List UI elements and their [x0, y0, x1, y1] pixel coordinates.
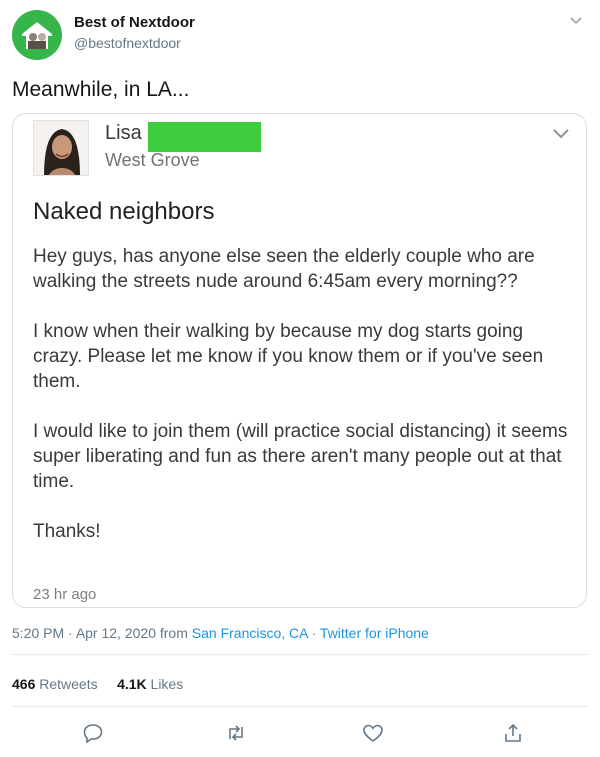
chevron-down-icon — [553, 129, 569, 139]
post-paragraph: Thanks! — [33, 521, 101, 542]
divider — [12, 654, 588, 655]
retweets-count: 466 — [12, 676, 36, 692]
meta-separator: · — [64, 625, 76, 641]
meta-from: from — [155, 625, 192, 641]
post-paragraph: I would like to join them (will practice… — [33, 421, 568, 492]
poster-name: Lisa — [105, 122, 142, 144]
poster-avatar — [33, 120, 89, 176]
client-link[interactable]: Twitter for iPhone — [320, 625, 429, 641]
nextdoor-post-image[interactable]: Lisa West Grove Naked neighbors Hey guys… — [12, 113, 587, 608]
action-bar — [12, 722, 588, 746]
reply-icon[interactable] — [82, 722, 104, 744]
tweet-text: Meanwhile, in LA... — [12, 78, 190, 101]
chevron-down-icon[interactable] — [568, 12, 584, 28]
tweet-time[interactable]: 5:20 PM — [12, 625, 64, 641]
post-title: Naked neighbors — [33, 198, 215, 225]
tweet-date[interactable]: Apr 12, 2020 — [76, 625, 156, 641]
location-link[interactable]: San Francisco, CA — [192, 625, 308, 641]
post-paragraph: Hey guys, has anyone else seen the elder… — [33, 246, 535, 292]
house-logo-icon — [22, 22, 52, 49]
post-body: Hey guys, has anyone else seen the elder… — [33, 244, 573, 569]
likes-count: 4.1K — [117, 676, 147, 692]
account-name[interactable]: Best of Nextdoor — [74, 14, 195, 31]
tweet-stats: 466 Retweets 4.1K Likes — [12, 676, 183, 692]
meta-separator: · — [307, 625, 320, 641]
account-avatar[interactable] — [12, 10, 62, 60]
post-timestamp: 23 hr ago — [33, 586, 97, 603]
retweets-stat[interactable]: 466 Retweets — [12, 676, 98, 692]
tweet-metadata: 5:20 PM · Apr 12, 2020 from San Francisc… — [12, 625, 429, 641]
share-icon[interactable] — [502, 722, 524, 744]
retweets-label: Retweets — [39, 676, 98, 692]
likes-stat[interactable]: 4.1K Likes — [117, 676, 183, 692]
poster-neighborhood: West Grove — [105, 150, 200, 170]
redaction-bar — [148, 122, 261, 152]
like-icon[interactable] — [362, 722, 384, 744]
retweet-icon[interactable] — [225, 722, 247, 744]
tweet-header: Best of Nextdoor @bestofnextdoor — [12, 8, 588, 60]
post-paragraph: I know when their walking by because my … — [33, 321, 544, 392]
divider — [12, 706, 588, 707]
account-handle[interactable]: @bestofnextdoor — [74, 35, 181, 51]
likes-label: Likes — [150, 676, 184, 692]
